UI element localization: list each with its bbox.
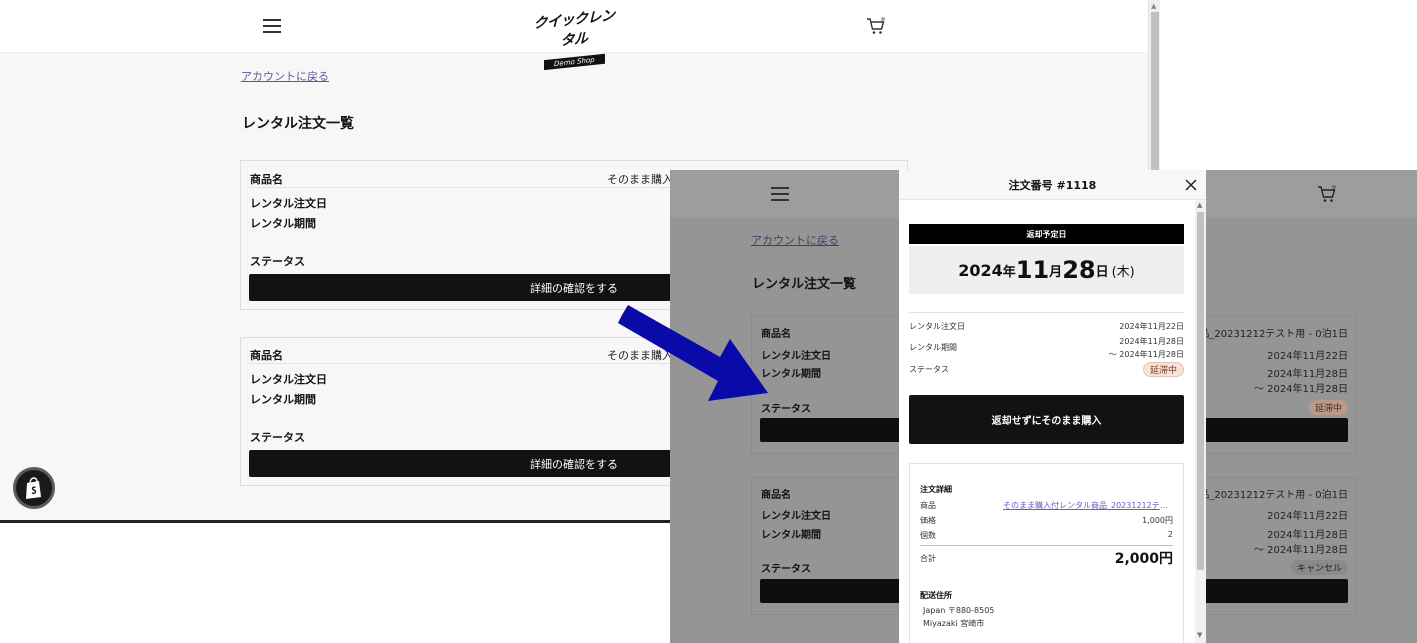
modal-title: 注文番号 #1118 xyxy=(899,170,1206,200)
order-date-label: レンタル注文日 xyxy=(250,197,327,210)
page-title: レンタル注文一覧 xyxy=(752,277,857,292)
order-date-value: 2024年11月22日 xyxy=(1267,511,1348,522)
period-start-value: 2024年11月28日 xyxy=(1267,369,1348,380)
status-label: ステータス xyxy=(761,564,811,575)
order-detail-modal: 注文番号 #1118 ▲ ▼ 返却予定日 2024 年 11 月 28 日 (木) レ… xyxy=(899,170,1206,643)
return-date: 2024 年 11 月 28 日 (木) xyxy=(909,246,1184,294)
cart-icon[interactable] xyxy=(1317,184,1337,204)
logo-main-text: クイックレンタル xyxy=(533,7,615,50)
product-link[interactable]: そのまま購入付レンタル商品_20231212テスト用 xyxy=(1003,500,1173,511)
period-label: レンタル期間 xyxy=(761,530,821,541)
order-date-label: レンタル注文日 xyxy=(909,322,965,331)
status-badge: キャンセル xyxy=(1290,560,1348,575)
shopify-bag-icon[interactable] xyxy=(13,467,55,509)
product-value: 品_20231212テスト用 - 0泊1日 xyxy=(1199,329,1348,340)
product-value: 品_20231212テスト用 - 0泊1日 xyxy=(1199,490,1348,501)
page-title: レンタル注文一覧 xyxy=(242,116,354,132)
order-date-label: レンタル注文日 xyxy=(250,373,327,386)
status-label: ステータス xyxy=(250,431,305,444)
cart-icon[interactable] xyxy=(866,16,886,36)
buy-without-return-button[interactable]: 返却せずにそのまま購入 xyxy=(909,395,1184,444)
order-date-value: 2024年11月22日 xyxy=(1267,351,1348,362)
shipping-title: 配送住所 xyxy=(920,591,952,600)
return-date-label: 返却予定日 xyxy=(909,224,1184,244)
site-header: クイックレンタル Demo Shop xyxy=(0,0,1148,71)
period-label: レンタル期間 xyxy=(250,217,316,230)
status-label: ステータス xyxy=(761,404,811,415)
status-label: ステータス xyxy=(909,365,949,374)
status-badge: 延滞中 xyxy=(1308,400,1348,415)
period-label: レンタル期間 xyxy=(761,369,821,380)
back-to-account-link[interactable]: アカウントに戻る xyxy=(751,232,839,248)
total-label: 合計 xyxy=(920,554,936,563)
shop-logo[interactable]: クイックレンタル Demo Shop xyxy=(528,8,620,71)
price-label: 価格 xyxy=(920,516,936,525)
order-date-label: レンタル注文日 xyxy=(761,511,831,522)
menu-icon[interactable] xyxy=(771,187,789,201)
menu-icon[interactable] xyxy=(263,19,281,33)
period-end-value: 〜 2024年11月28日 xyxy=(1253,384,1348,395)
quantity-label: 個数 xyxy=(920,531,936,540)
period-label: レンタル期間 xyxy=(250,393,316,406)
logo-sub-text: Demo Shop xyxy=(543,53,605,71)
period-label: レンタル期間 xyxy=(909,343,957,352)
price-value: 1,000円 xyxy=(1142,516,1173,525)
period-start-value: 2024年11月28日 xyxy=(1119,337,1184,346)
order-detail-box: 注文詳細 商品 そのまま購入付レンタル商品_20231212テスト用 価格 1,… xyxy=(909,463,1184,643)
address-line: Japan 〒880-8505 xyxy=(923,606,995,615)
modal-scrollbar[interactable]: ▲ ▼ xyxy=(1195,200,1206,643)
status-badge: 延滞中 xyxy=(1142,362,1184,377)
period-end-value: 〜 2024年11月28日 xyxy=(1253,545,1348,556)
product-label: 商品名 xyxy=(761,490,791,501)
product-label: 商品名 xyxy=(250,349,283,362)
close-icon[interactable] xyxy=(1183,175,1199,195)
product-value: そのまま購入 xyxy=(607,173,673,186)
product-label: 商品名 xyxy=(250,173,283,186)
total-value: 2,000円 xyxy=(1114,551,1173,567)
order-date-label: レンタル注文日 xyxy=(761,351,831,362)
status-label: ステータス xyxy=(250,255,305,268)
back-to-account-link[interactable]: アカウントに戻る xyxy=(241,68,329,84)
order-detail-title: 注文詳細 xyxy=(920,485,952,494)
annotation-arrow-icon xyxy=(618,305,768,401)
quantity-value: 2 xyxy=(1167,530,1173,539)
period-start-value: 2024年11月28日 xyxy=(1267,530,1348,541)
period-end-value: 〜 2024年11月28日 xyxy=(1108,350,1184,359)
address-line: Miyazaki 宮崎市 xyxy=(923,619,985,628)
order-date-value: 2024年11月22日 xyxy=(1119,322,1184,331)
product-label: 商品 xyxy=(920,501,936,510)
